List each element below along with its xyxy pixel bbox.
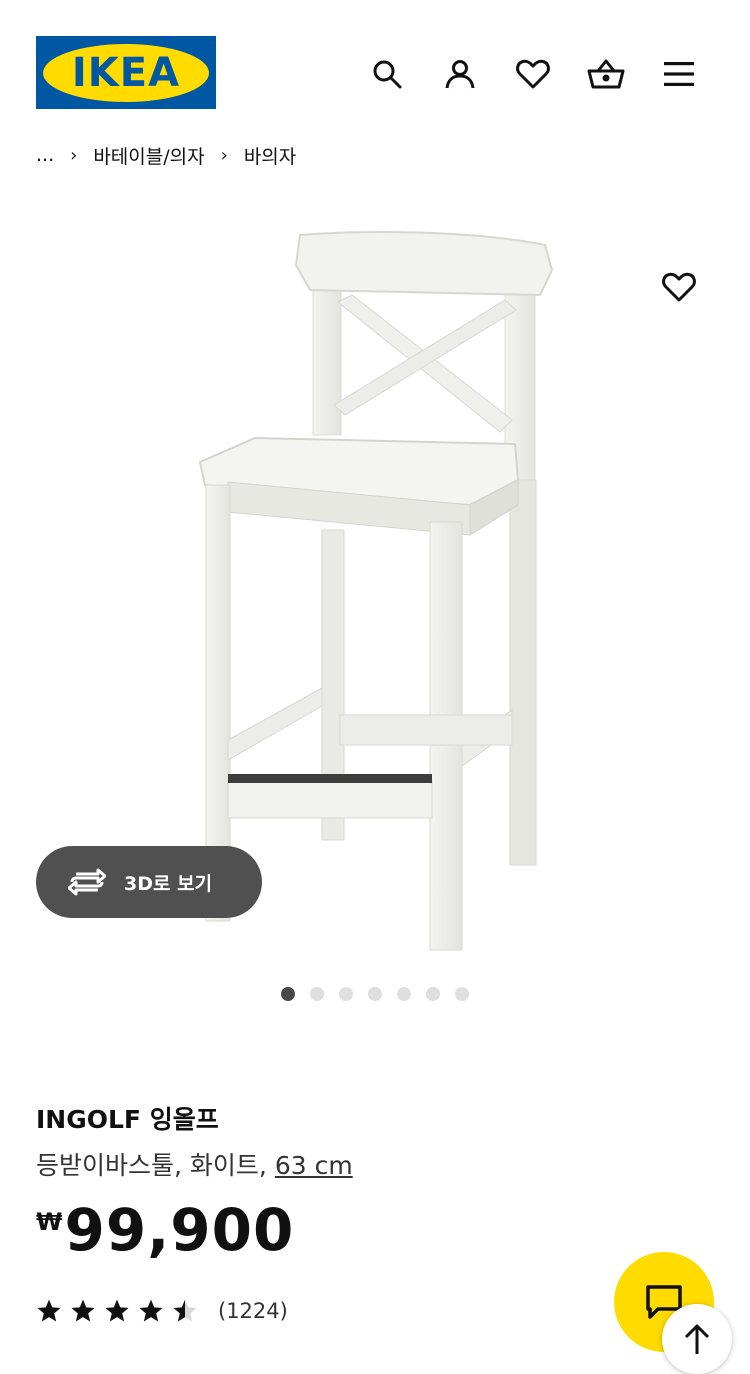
add-to-favorites-button[interactable] — [654, 262, 704, 312]
carousel-dot[interactable] — [368, 987, 382, 1001]
cart-icon[interactable] — [584, 52, 628, 96]
product-size-link[interactable]: 63 cm — [275, 1151, 353, 1180]
search-icon[interactable] — [365, 52, 409, 96]
chevron-right-icon: › — [70, 144, 78, 166]
view-3d-button[interactable]: 3D로 보기 — [36, 846, 262, 918]
carousel-dot[interactable] — [426, 987, 440, 1001]
price-amount: 99,900 — [64, 1196, 295, 1264]
carousel-dot[interactable] — [310, 987, 324, 1001]
heart-icon — [662, 272, 696, 302]
menu-icon[interactable] — [657, 52, 701, 96]
scroll-to-top-button[interactable] — [662, 1304, 732, 1374]
arrow-up-icon — [684, 1324, 710, 1354]
account-icon[interactable] — [438, 52, 482, 96]
product-rating[interactable]: (1224) — [36, 1298, 288, 1324]
star-full-icon — [37, 1299, 61, 1322]
carousel-dot[interactable] — [455, 987, 469, 1001]
product-name: INGOLF 잉올프 — [36, 1105, 219, 1134]
product-price: ₩ 99,900 — [36, 1196, 294, 1264]
site-header: IKEA — [0, 0, 750, 120]
carousel-dot[interactable] — [281, 987, 295, 1001]
breadcrumb-item-bar-stools[interactable]: 바의자 — [244, 142, 296, 169]
chevron-right-icon: › — [220, 144, 228, 166]
carousel-indicators — [0, 987, 750, 1003]
breadcrumb-item-bar-tables[interactable]: 바테이블/의자 — [93, 142, 204, 169]
star-full-icon — [105, 1299, 129, 1322]
breadcrumb-ellipsis[interactable]: ... — [36, 144, 54, 166]
carousel-dot[interactable] — [397, 987, 411, 1001]
star-full-icon — [139, 1299, 163, 1322]
heart-icon[interactable] — [511, 52, 555, 96]
carousel-dot[interactable] — [339, 987, 353, 1001]
ikea-logo[interactable]: IKEA — [36, 36, 216, 109]
star-half-icon — [173, 1299, 197, 1322]
star-full-icon — [71, 1299, 95, 1322]
rating-stars — [36, 1298, 198, 1324]
product-description: 등받이바스툴, 화이트, 63 cm — [36, 1146, 353, 1182]
product-type-text: 등받이바스툴, 화이트, — [36, 1151, 267, 1180]
breadcrumb: ... › 바테이블/의자 › 바의자 — [36, 140, 296, 170]
price-currency: ₩ — [36, 1208, 63, 1236]
review-count: (1224) — [218, 1299, 288, 1323]
logo-oval: IKEA — [43, 43, 209, 102]
logo-text: IKEA — [71, 49, 181, 96]
view-3d-label: 3D로 보기 — [124, 872, 213, 895]
rotate-3d-icon — [68, 868, 106, 896]
